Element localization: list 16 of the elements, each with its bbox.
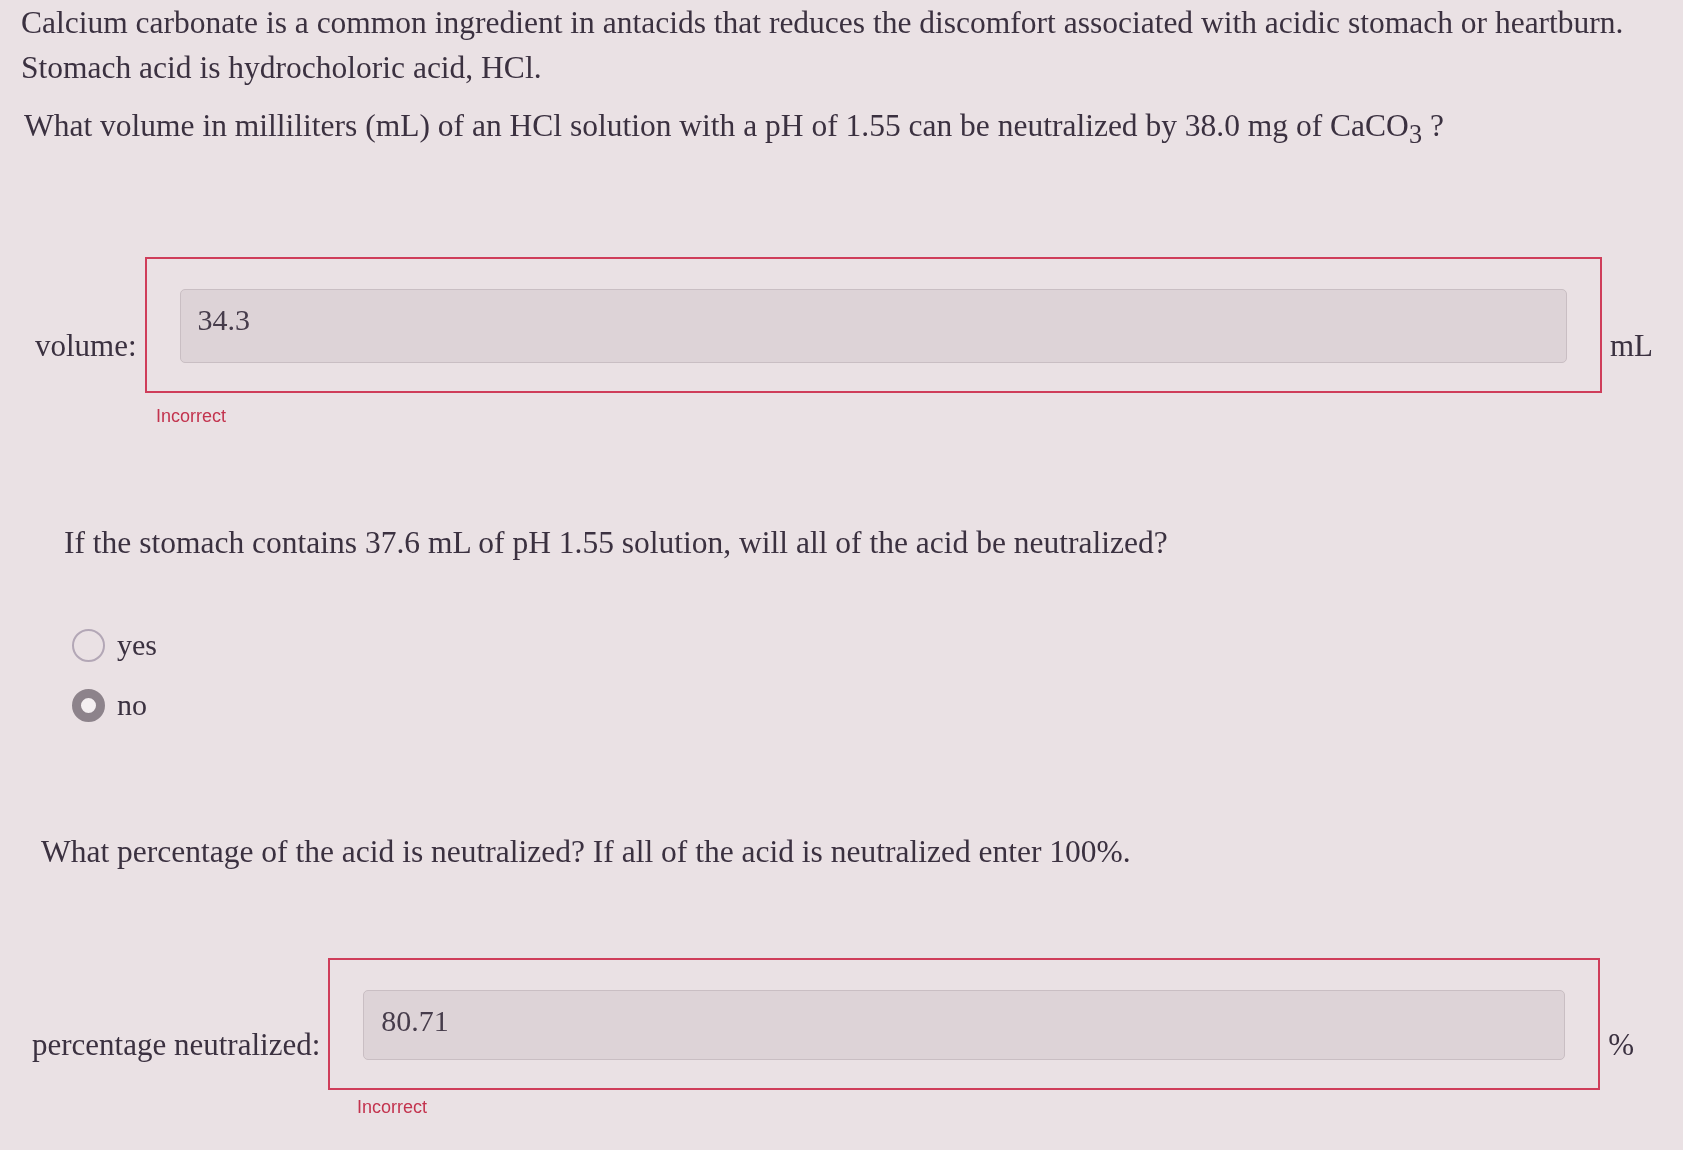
option-label[interactable]: no bbox=[117, 686, 147, 725]
feedback-text: Incorrect bbox=[156, 405, 227, 429]
question-text: If the stomach contains 37.6 mL of pH 1.55 solution, will all of the acid be neutralized? bbox=[64, 524, 1168, 563]
unit-label: % bbox=[1608, 1026, 1634, 1065]
radio-button[interactable] bbox=[72, 628, 105, 662]
intro-paragraph: Calcium carbonate is a common ingredient in antacids that reduces the discomfort associated with acidic stomach or heartburn. Stomach acid is hydrocholoric acid, HCl. bbox=[21, 4, 1625, 87]
unit-label: mL bbox=[1609, 327, 1653, 366]
answer-field[interactable]: 34.3 bbox=[179, 289, 1567, 364]
field-label: volume: bbox=[35, 327, 137, 366]
question-text: What volume in milliliters (mL) of an HCl solution with a pH of 1.55 can be neutralized by 38.0 mg of CaCO$_{3}$ ? bbox=[24, 107, 1444, 152]
option-label[interactable]: yes bbox=[117, 626, 157, 665]
radio-button[interactable] bbox=[72, 688, 105, 722]
field-label: percentage neutralized: bbox=[32, 1026, 321, 1065]
feedback-text: Incorrect bbox=[357, 1096, 428, 1120]
answer-field[interactable]: 80.71 bbox=[363, 990, 1566, 1061]
question-text: What percentage of the acid is neutralized? If all of the acid is neutralized enter 100%. bbox=[41, 833, 1131, 872]
